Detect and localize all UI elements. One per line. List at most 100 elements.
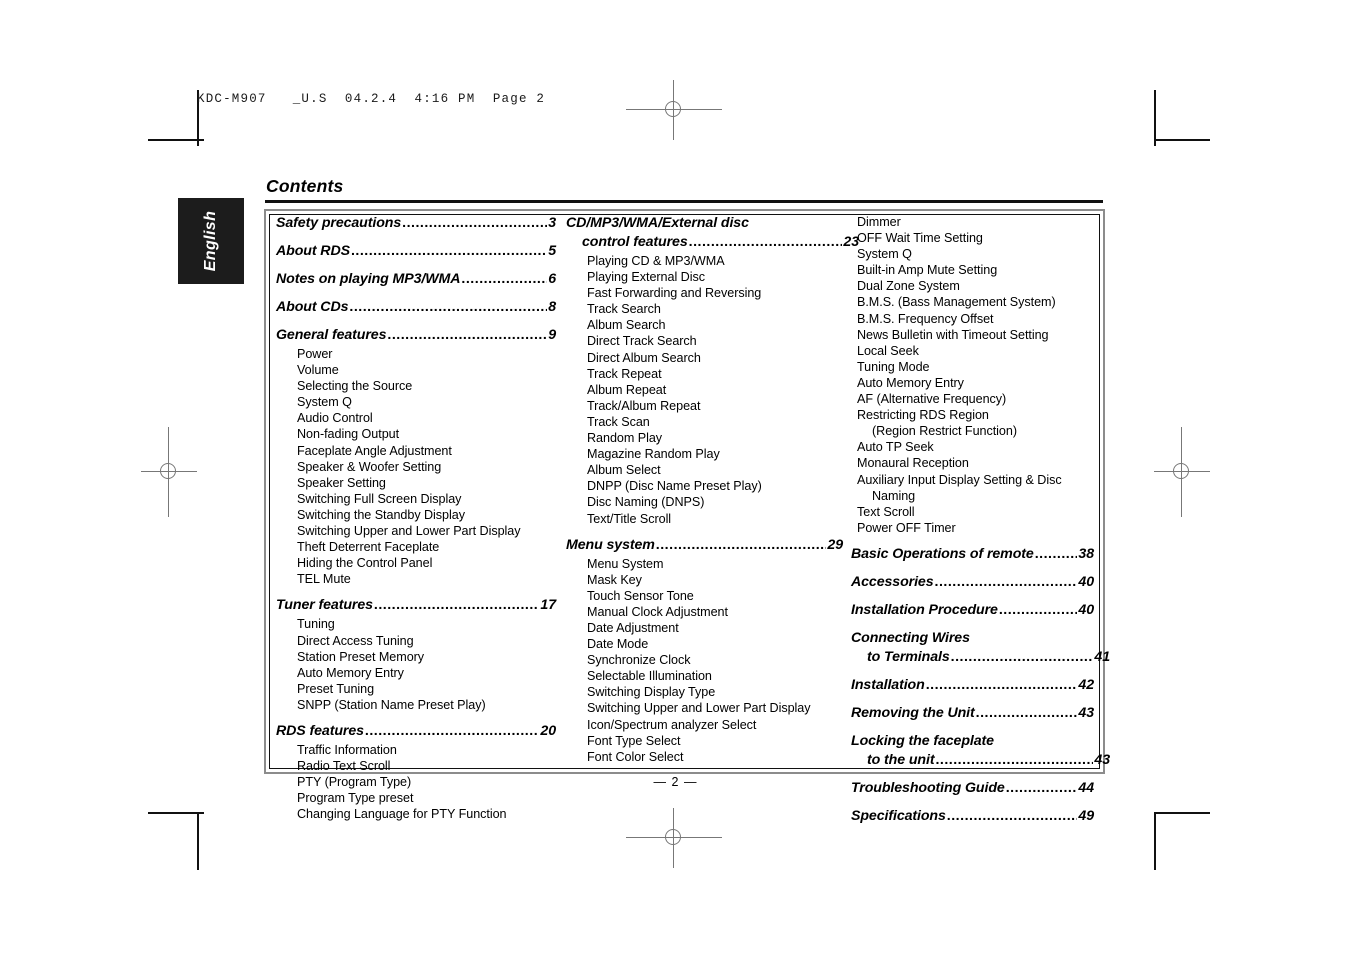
toc-item[interactable]: Track/Album Repeat <box>566 398 843 414</box>
toc-item[interactable]: Volume <box>276 362 556 378</box>
toc-heading-row[interactable]: Accessories.............................… <box>851 573 1094 592</box>
toc-item[interactable]: Direct Album Search <box>566 350 843 366</box>
toc-item[interactable]: Mask Key <box>566 572 843 588</box>
toc-item[interactable]: Album Repeat <box>566 382 843 398</box>
toc-item[interactable]: Changing Language for PTY Function <box>276 806 556 822</box>
toc-item[interactable]: Audio Control <box>276 410 556 426</box>
toc-heading-row[interactable]: Safety precautions......................… <box>276 214 556 233</box>
toc-item[interactable]: Auto Memory Entry <box>851 375 1094 391</box>
toc-item[interactable]: Built-in Amp Mute Setting <box>851 262 1094 278</box>
toc-heading-row[interactable]: Installation Procedure .................… <box>851 601 1094 620</box>
toc-item[interactable]: Synchronize Clock <box>566 652 843 668</box>
toc-heading-row[interactable]: Menu system.............................… <box>566 536 843 555</box>
toc-heading[interactable]: Removing the Unit.......................… <box>851 704 1094 723</box>
toc-item[interactable]: SNPP (Station Name Preset Play) <box>276 697 556 713</box>
toc-heading[interactable]: Installation Procedure .................… <box>851 601 1094 620</box>
toc-item[interactable]: Track Repeat <box>566 366 843 382</box>
toc-item[interactable]: Speaker Setting <box>276 475 556 491</box>
toc-heading-row[interactable]: General features .......................… <box>276 326 556 345</box>
toc-heading-row[interactable]: About RDS ..............................… <box>276 242 556 261</box>
toc-item[interactable]: Playing CD & MP3/WMA <box>566 253 843 269</box>
toc-heading[interactable]: Safety precautions......................… <box>276 214 556 233</box>
toc-heading-row[interactable]: Specifications .........................… <box>851 807 1094 826</box>
toc-item[interactable]: Station Preset Memory <box>276 649 556 665</box>
toc-item[interactable]: Auto TP Seek <box>851 439 1094 455</box>
toc-item[interactable]: Selecting the Source <box>276 378 556 394</box>
toc-item[interactable]: Dimmer <box>851 214 1094 230</box>
toc-item[interactable]: Power OFF Timer <box>851 520 1094 536</box>
toc-item[interactable]: Dual Zone System <box>851 278 1094 294</box>
toc-heading-row[interactable]: Notes on playing MP3/WMA................… <box>276 270 556 289</box>
toc-item[interactable]: Faceplate Angle Adjustment <box>276 443 556 459</box>
toc-item[interactable]: Selectable Illumination <box>566 668 843 684</box>
toc-item[interactable]: Font Type Select <box>566 733 843 749</box>
toc-item[interactable]: Album Search <box>566 317 843 333</box>
toc-item[interactable]: Switching Full Screen Display <box>276 491 556 507</box>
toc-heading[interactable]: Tuner features..........................… <box>276 596 556 615</box>
toc-item[interactable]: Auto Memory Entry <box>276 665 556 681</box>
toc-item[interactable]: Theft Deterrent Faceplate <box>276 539 556 555</box>
toc-item[interactable]: Touch Sensor Tone <box>566 588 843 604</box>
toc-heading[interactable]: About RDS ..............................… <box>276 242 556 261</box>
toc-item[interactable]: News Bulletin with Timeout Setting <box>851 327 1094 343</box>
toc-item[interactable]: Text/Title Scroll <box>566 511 843 527</box>
toc-item[interactable]: Switching Upper and Lower Part Display <box>276 523 556 539</box>
toc-heading[interactable]: Menu system.............................… <box>566 536 843 555</box>
toc-item[interactable]: Radio Text Scroll <box>276 758 556 774</box>
toc-heading[interactable]: Basic Operations of remote..............… <box>851 545 1094 564</box>
toc-item[interactable]: Hiding the Control Panel <box>276 555 556 571</box>
toc-item[interactable]: Traffic Information <box>276 742 556 758</box>
toc-heading-row[interactable]: to the unit ............................… <box>851 751 1110 770</box>
toc-item[interactable]: Switching the Standby Display <box>276 507 556 523</box>
toc-heading[interactable]: Accessories.............................… <box>851 573 1094 592</box>
toc-item[interactable]: Auxiliary Input Display Setting & Disc <box>851 472 1094 488</box>
toc-item[interactable]: System Q <box>851 246 1094 262</box>
toc-heading-row[interactable]: Tuner features..........................… <box>276 596 556 615</box>
toc-item[interactable]: B.M.S. Frequency Offset <box>851 311 1094 327</box>
toc-item[interactable]: Direct Track Search <box>566 333 843 349</box>
toc-item[interactable]: Date Mode <box>566 636 843 652</box>
toc-item[interactable]: System Q <box>276 394 556 410</box>
toc-heading[interactable]: Locking the faceplate to the unit .......… <box>851 732 1110 770</box>
toc-heading[interactable]: Connecting Wires to Terminals ...........… <box>851 629 1110 667</box>
toc-heading-row[interactable]: About CDs...............................… <box>276 298 556 317</box>
toc-item[interactable]: Random Play <box>566 430 843 446</box>
toc-item[interactable]: Date Adjustment <box>566 620 843 636</box>
toc-item[interactable]: Font Color Select <box>566 749 843 765</box>
toc-item[interactable]: Playing External Disc <box>566 269 843 285</box>
toc-item[interactable]: Disc Naming (DNPS) <box>566 494 843 510</box>
toc-item[interactable]: Local Seek <box>851 343 1094 359</box>
toc-heading[interactable]: Installation ...........................… <box>851 676 1094 695</box>
toc-item[interactable]: (Region Restrict Function) <box>851 423 1094 439</box>
toc-item[interactable]: Album Select <box>566 462 843 478</box>
toc-item[interactable]: Tuning Mode <box>851 359 1094 375</box>
toc-item[interactable]: Direct Access Tuning <box>276 633 556 649</box>
toc-item[interactable]: B.M.S. (Bass Management System) <box>851 294 1094 310</box>
toc-item[interactable]: DNPP (Disc Name Preset Play) <box>566 478 843 494</box>
toc-item[interactable]: AF (Alternative Frequency) <box>851 391 1094 407</box>
toc-item[interactable]: Power <box>276 346 556 362</box>
toc-item[interactable]: Switching Upper and Lower Part Display <box>566 700 843 716</box>
toc-heading[interactable]: RDS features ...........................… <box>276 722 556 741</box>
toc-item[interactable]: Speaker & Woofer Setting <box>276 459 556 475</box>
toc-item[interactable]: Icon/Spectrum analyzer Select <box>566 717 843 733</box>
toc-heading-row[interactable]: control features .......................… <box>566 233 859 252</box>
toc-heading-row[interactable]: to Terminals ...........................… <box>851 648 1110 667</box>
toc-heading-row[interactable]: RDS features ...........................… <box>276 722 556 741</box>
toc-item[interactable]: Track Scan <box>566 414 843 430</box>
toc-item[interactable]: Text Scroll <box>851 504 1094 520</box>
toc-heading-row[interactable]: Basic Operations of remote..............… <box>851 545 1094 564</box>
toc-item[interactable]: Non-fading Output <box>276 426 556 442</box>
toc-item[interactable]: Menu System <box>566 556 843 572</box>
toc-item[interactable]: Magazine Random Play <box>566 446 843 462</box>
toc-item[interactable]: Manual Clock Adjustment <box>566 604 843 620</box>
toc-heading-row[interactable]: Removing the Unit.......................… <box>851 704 1094 723</box>
toc-heading-row[interactable]: Installation ...........................… <box>851 676 1094 695</box>
toc-item[interactable]: OFF Wait Time Setting <box>851 230 1094 246</box>
toc-heading[interactable]: Specifications .........................… <box>851 807 1094 826</box>
toc-item[interactable]: Restricting RDS Region <box>851 407 1094 423</box>
toc-item[interactable]: Preset Tuning <box>276 681 556 697</box>
toc-heading[interactable]: CD/MP3/WMA/External disc control features… <box>566 214 859 252</box>
toc-item[interactable]: Fast Forwarding and Reversing <box>566 285 843 301</box>
toc-item[interactable]: Naming <box>851 488 1094 504</box>
